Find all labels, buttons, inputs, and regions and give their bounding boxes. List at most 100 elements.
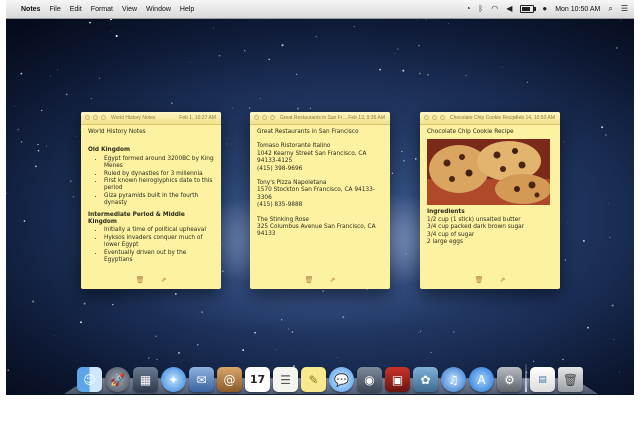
star: [115, 34, 118, 38]
note-body[interactable]: World History Notes Old Kingdom Egypt fo…: [81, 125, 221, 269]
contacts-icon[interactable]: @: [217, 367, 242, 392]
minimize-button[interactable]: [262, 115, 267, 120]
zoom-button[interactable]: [270, 115, 275, 120]
star: [170, 102, 173, 105]
messages-icon[interactable]: 💬: [329, 367, 354, 392]
star: [416, 20, 418, 22]
star: [342, 316, 345, 319]
star: [189, 62, 191, 63]
minimize-button[interactable]: [432, 115, 437, 120]
note-heading: World History Notes: [88, 129, 146, 135]
note-titlebar[interactable]: Great Restaurants in San Francisco Feb 1…: [250, 112, 390, 125]
dock: ☺ 🚀 ▦ ✦ ✉ @ 17 ☰ ✎ 💬 ◉ ▣ ✿ ♫ A ⚙ ▤ 🗑: [60, 358, 600, 392]
share-icon[interactable]: ⇗: [330, 276, 336, 284]
launchpad-icon[interactable]: 🚀: [105, 367, 130, 392]
itunes-icon[interactable]: ♫: [441, 367, 466, 392]
star: [405, 253, 407, 255]
restaurant-phone: (415) 835-9888: [257, 202, 303, 209]
star: [402, 69, 405, 72]
star: [619, 371, 621, 373]
star: [587, 326, 589, 329]
app-store-icon[interactable]: A: [469, 367, 494, 392]
note-body[interactable]: Chocolate Chip Cookie Recipe Ingredients: [420, 125, 560, 250]
safari-icon[interactable]: ✦: [161, 367, 186, 392]
star: [226, 143, 228, 145]
menu-edit[interactable]: Edit: [70, 6, 82, 13]
note-titlebar[interactable]: Chocolate Chip Cookie Recipe Feb 14, 10:…: [420, 112, 560, 125]
section-heading: Intermediate Period & Middle Kingdom: [88, 211, 185, 226]
menu-window[interactable]: Window: [146, 6, 171, 13]
iphoto-icon[interactable]: ✿: [413, 367, 438, 392]
finder-icon[interactable]: ☺: [77, 367, 102, 392]
menu-file[interactable]: File: [49, 6, 60, 13]
trash-icon[interactable]: 🗑: [475, 276, 484, 284]
spotlight-icon[interactable]: ⌕: [608, 5, 612, 13]
notes-icon[interactable]: ✎: [301, 367, 326, 392]
photo-booth-icon[interactable]: ▣: [385, 367, 410, 392]
note-window-cookie-recipe[interactable]: Chocolate Chip Cookie Recipe Feb 14, 10:…: [420, 112, 560, 289]
star: [448, 22, 449, 24]
reminders-icon[interactable]: ☰: [273, 367, 298, 392]
close-button[interactable]: [424, 115, 429, 120]
note-body[interactable]: Great Restaurants in San Francisco Tomas…: [250, 125, 390, 243]
star: [281, 44, 284, 47]
restaurant-name: Tony's Pizza Napoletana: [257, 180, 327, 187]
star: [420, 330, 422, 332]
star: [80, 321, 82, 324]
share-icon[interactable]: ⇗: [500, 276, 506, 284]
star: [37, 150, 40, 152]
wifi-icon[interactable]: ◠: [491, 5, 498, 13]
note-date: Feb 1, 10:27 AM: [179, 115, 216, 121]
notification-icon[interactable]: ☰: [621, 5, 628, 13]
star: [242, 349, 245, 351]
trash-icon[interactable]: 🗑: [558, 367, 583, 392]
star: [275, 348, 277, 350]
star: [609, 236, 611, 238]
user-icon[interactable]: ●: [542, 5, 547, 13]
menu-help[interactable]: Help: [180, 6, 194, 13]
note-titlebar[interactable]: World History Notes Feb 1, 10:27 AM: [81, 112, 221, 125]
star: [197, 344, 199, 346]
star: [32, 300, 35, 303]
battery-icon[interactable]: [520, 5, 537, 13]
star: [402, 159, 405, 162]
bluetooth-icon[interactable]: ᛒ: [478, 5, 483, 13]
menu-format[interactable]: Format: [91, 6, 113, 13]
calendar-icon[interactable]: 17: [245, 367, 270, 392]
app-menu-notes[interactable]: Notes: [21, 6, 40, 13]
note-window-world-history[interactable]: World History Notes Feb 1, 10:27 AM Worl…: [81, 112, 221, 289]
star: [14, 105, 15, 107]
share-icon[interactable]: ⇗: [161, 276, 167, 284]
star: [353, 26, 355, 28]
documents-stack-icon[interactable]: ▤: [530, 367, 555, 392]
cookie-photo: [427, 139, 550, 206]
mission-control-icon[interactable]: ▦: [133, 367, 158, 392]
star: [465, 75, 467, 77]
volume-icon[interactable]: ◀: [506, 5, 512, 13]
mail-icon[interactable]: ✉: [189, 367, 214, 392]
star: [280, 319, 283, 321]
zoom-button[interactable]: [101, 115, 106, 120]
ingredient-line: 1/2 cup (1 stick) unsalted butter: [427, 216, 521, 223]
star: [613, 339, 615, 341]
close-button[interactable]: [254, 115, 259, 120]
facetime-icon[interactable]: ◉: [357, 367, 382, 392]
close-button[interactable]: [85, 115, 90, 120]
star: [567, 222, 568, 223]
star: [37, 144, 39, 146]
time-machine-icon[interactable]: ◔: [466, 5, 471, 13]
menu-clock[interactable]: Mon 10:50 AM: [555, 6, 600, 13]
star: [391, 172, 394, 174]
minimize-button[interactable]: [93, 115, 98, 120]
menu-view[interactable]: View: [122, 6, 137, 13]
zoom-button[interactable]: [440, 115, 445, 120]
trash-icon[interactable]: 🗑: [136, 276, 145, 284]
star: [418, 72, 421, 75]
star: [89, 21, 91, 24]
note-window-restaurants[interactable]: Great Restaurants in San Francisco Feb 1…: [250, 112, 390, 289]
trash-icon[interactable]: 🗑: [305, 276, 314, 284]
star: [582, 239, 585, 242]
list-item: Egypt formed around 3200BC by King Menes: [104, 156, 214, 171]
system-preferences-icon[interactable]: ⚙: [497, 367, 522, 392]
star: [379, 68, 381, 71]
